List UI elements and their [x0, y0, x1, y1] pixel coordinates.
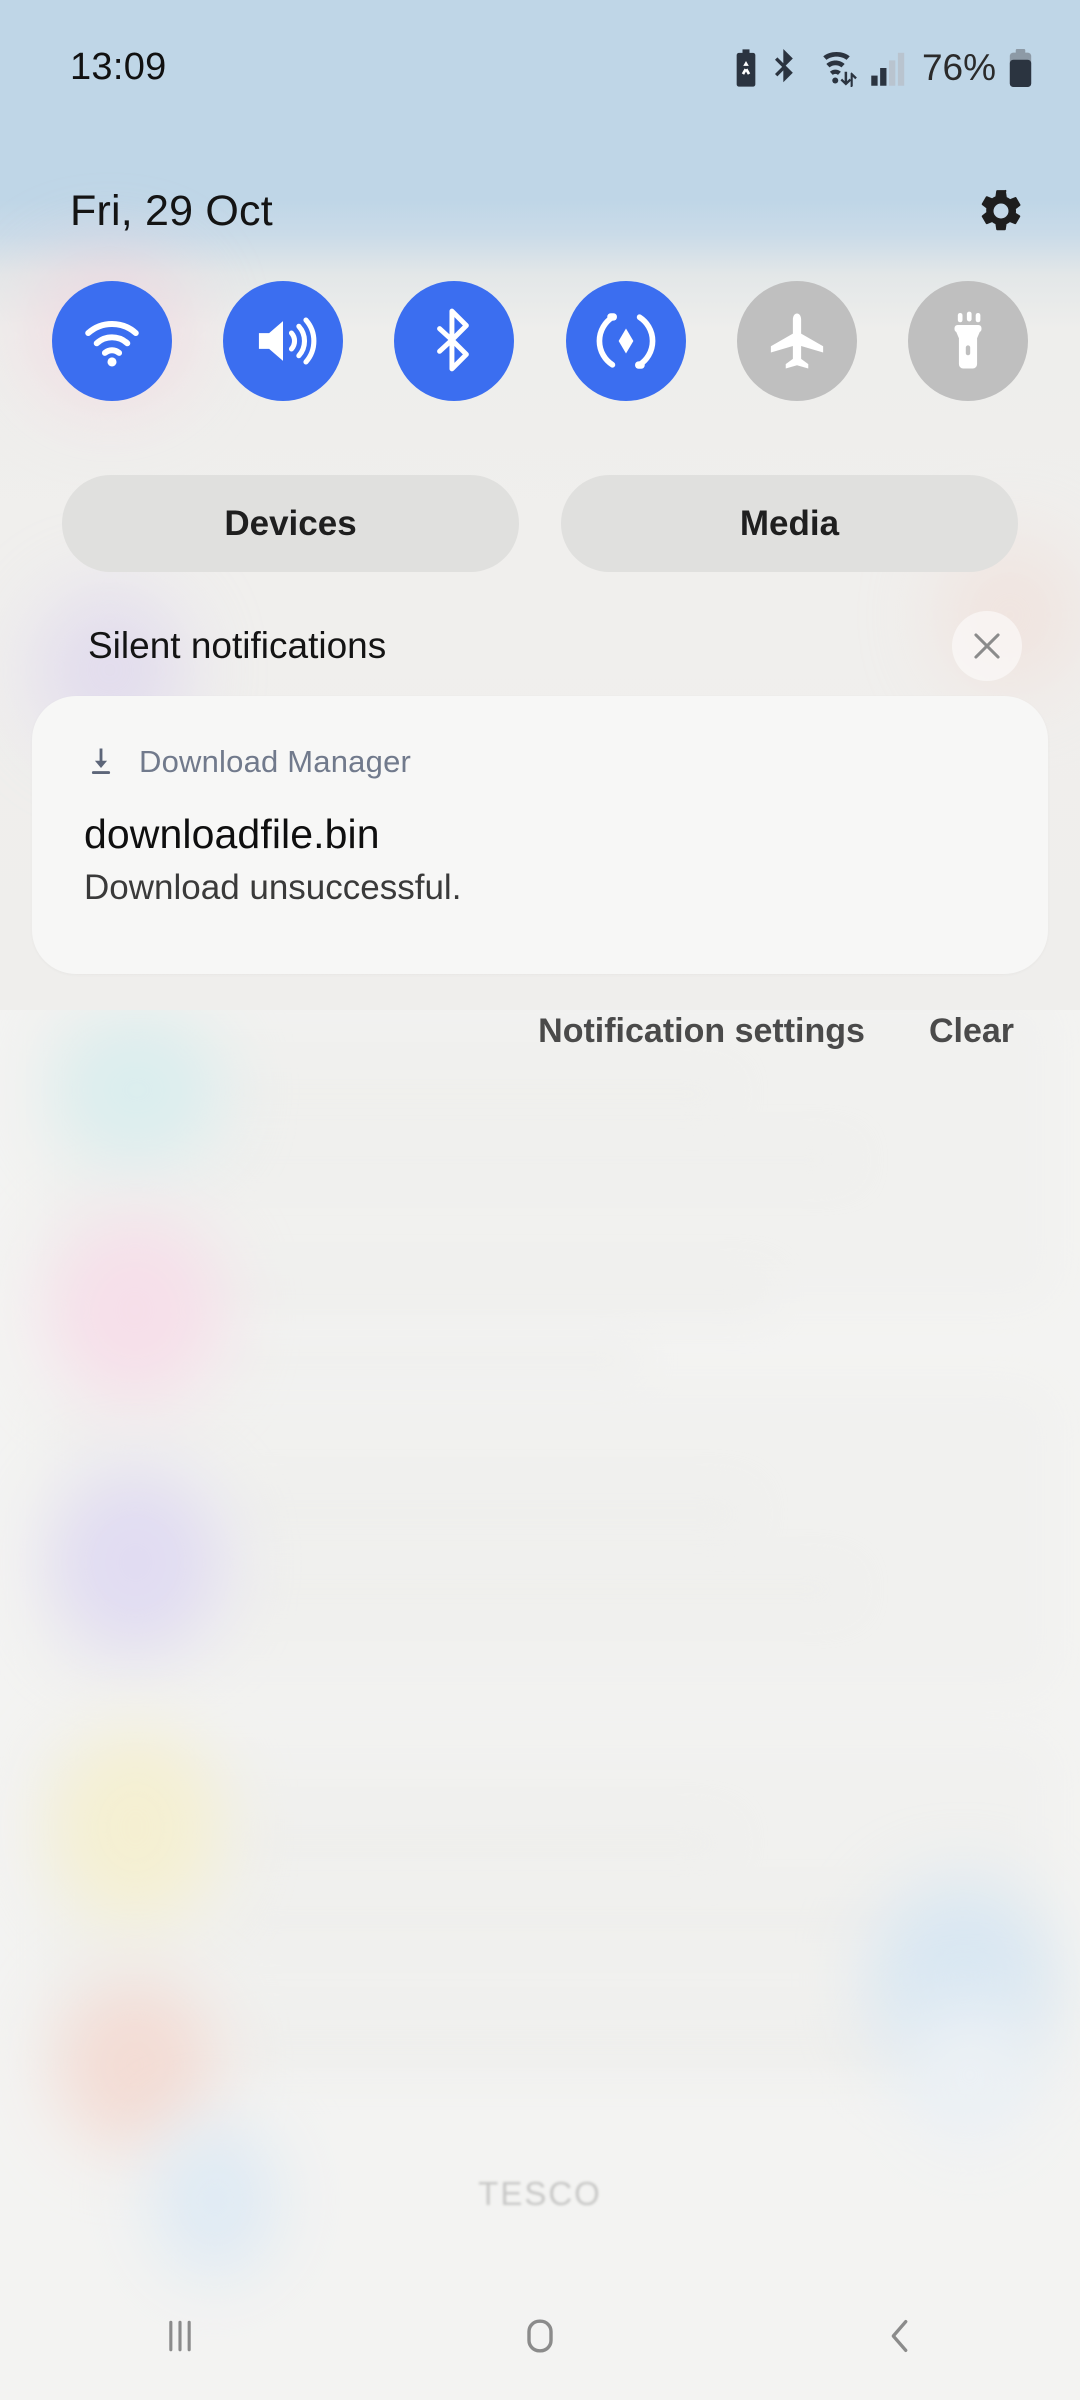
- battery-saver-icon: [736, 48, 756, 87]
- quick-toggle-airplane[interactable]: [736, 281, 857, 401]
- quick-toggle-auto-rotate[interactable]: [565, 281, 686, 401]
- quick-toggle-flashlight[interactable]: [907, 281, 1028, 401]
- bg-text-line: [210, 1075, 730, 1113]
- status-bar: 13:09 76%: [0, 0, 1080, 135]
- status-clock: 13:09: [70, 46, 167, 88]
- quick-settings-pills: Devices Media: [0, 475, 1080, 572]
- bg-text-line: [210, 1275, 770, 1313]
- wifi-data-icon: [823, 51, 857, 87]
- wifi-icon: [85, 321, 139, 367]
- home-icon: [527, 2319, 553, 2353]
- battery-percent-label: 76%: [921, 46, 996, 88]
- bluetooth-icon: [774, 48, 793, 82]
- notification-body: Download unsuccessful.: [84, 868, 462, 907]
- notification-card[interactable]: Download Manager downloadfile.bin Downlo…: [32, 696, 1048, 974]
- bluetooth-icon: [437, 308, 470, 372]
- back-icon: [891, 2319, 908, 2353]
- bg-text-line: [230, 1570, 850, 1608]
- airplane-icon: [770, 313, 823, 369]
- recents-button[interactable]: [0, 2272, 360, 2400]
- silent-notifications-label: Silent notifications: [88, 625, 387, 666]
- quick-toggle-sound[interactable]: [223, 281, 344, 401]
- devices-button[interactable]: Devices: [62, 475, 519, 572]
- battery-icon: [1009, 48, 1032, 87]
- status-icons: 76%: [732, 47, 1034, 89]
- bg-text-line: [230, 1900, 930, 1940]
- gear-icon-glyph: [981, 189, 1021, 231]
- bg-app-icon: [45, 1215, 225, 1405]
- notification-shade-panel: 13:09 76% Fri, 29 Oct Devices Media Sile…: [0, 0, 1080, 1050]
- notification-title: downloadfile.bin: [84, 811, 380, 857]
- recents-icon: [169, 2320, 191, 2352]
- close-icon-glyph: [974, 633, 1000, 659]
- bg-text-line: [230, 2020, 990, 2066]
- clear-all-button[interactable]: Clear: [929, 1012, 1014, 1051]
- bg-text-line: [210, 1345, 640, 1375]
- bg-text-line: [230, 1490, 750, 1538]
- close-icon[interactable]: [952, 611, 1022, 681]
- auto-rotate-icon: [596, 313, 655, 369]
- bg-app-icon: [48, 1730, 223, 1925]
- notification-settings-button[interactable]: Notification settings: [538, 1012, 865, 1051]
- quick-settings-toggles: [0, 281, 1080, 401]
- gear-icon[interactable]: [970, 180, 1032, 242]
- home-button[interactable]: [360, 2272, 720, 2400]
- back-button[interactable]: [720, 2272, 1080, 2400]
- notification-app-row: Download Manager: [84, 740, 996, 784]
- silent-notifications-header: Silent notifications: [0, 611, 1080, 681]
- phone-screen: TESCO 13:09 76% Fri, 29 Oct Devices Medi…: [0, 0, 1080, 2400]
- cellular-signal-icon: [871, 52, 905, 86]
- download-icon: [91, 748, 111, 775]
- shade-header: Fri, 29 Oct: [0, 168, 1080, 254]
- notification-footer-actions: Notification settings Clear: [0, 1000, 1080, 1062]
- flashlight-icon: [954, 311, 982, 369]
- media-button[interactable]: Media: [561, 475, 1018, 572]
- bg-text-line: [210, 1145, 850, 1175]
- notification-app-name: Download Manager: [139, 744, 412, 779]
- bg-fab-glow: [900, 2000, 1040, 2150]
- quick-toggle-wifi[interactable]: [52, 281, 172, 401]
- quick-toggle-bluetooth[interactable]: [394, 281, 515, 401]
- bg-app-icon: [48, 1470, 223, 1655]
- bg-brand-label: TESCO: [478, 2175, 602, 2212]
- navigation-bar: [0, 2272, 1080, 2400]
- date-label: Fri, 29 Oct: [70, 186, 273, 235]
- bg-text-line: [230, 1820, 730, 1866]
- volume-icon: [259, 317, 317, 365]
